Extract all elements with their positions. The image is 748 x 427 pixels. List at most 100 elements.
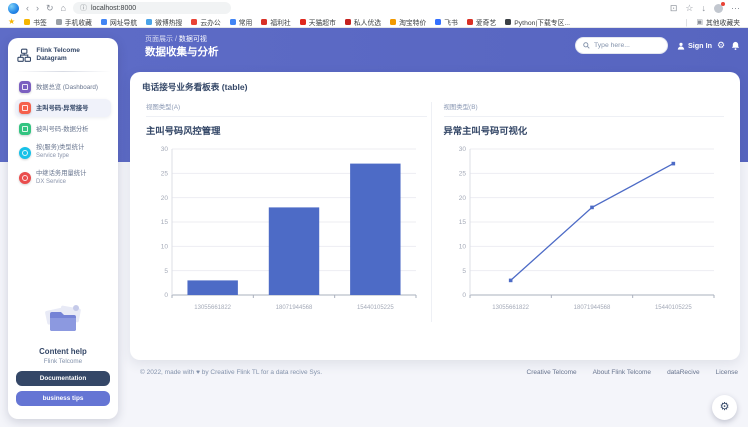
service-type-icon (19, 147, 31, 159)
sidebar: Flink Telcome Datagram 数据总览 (Dashboard) … (8, 38, 118, 419)
svg-text:20: 20 (458, 195, 466, 202)
folder-illustration (40, 300, 86, 338)
address-bar[interactable]: ⓘ localhost:8000 (73, 2, 231, 14)
bookmark-favicon (101, 19, 107, 25)
svg-text:10: 10 (161, 244, 169, 251)
bookmark-label: 私人优选 (354, 17, 381, 27)
sidebar-item-service-type[interactable]: 按(服务)类型统计 Service type (15, 141, 111, 163)
bookmark-item[interactable]: 常用 (230, 17, 253, 27)
line-chart: 0510152025301305566182218071944568154401… (444, 141, 725, 322)
svg-text:25: 25 (458, 171, 466, 178)
business-tips-button[interactable]: business tips (16, 391, 110, 406)
bookmarks-separator: | (685, 18, 687, 27)
bookmark-item[interactable]: 天猫超市 (300, 17, 336, 27)
footer-link[interactable]: License (716, 369, 738, 376)
chart-section-a: 视图类型(A) 主叫号码风控管理 05101520253013055661822… (142, 102, 431, 322)
section-a-label: 视图类型(A) (146, 102, 427, 111)
footer-link[interactable]: About Flink Telcome (593, 369, 651, 376)
browser-profile-avatar[interactable] (714, 4, 723, 13)
browser-toolbar: ‹ › ↻ ⌂ ⓘ localhost:8000 ⊡ ☆ ↓ ⋯ (0, 0, 748, 16)
brand[interactable]: Flink Telcome Datagram (15, 47, 111, 63)
sidebar-item-dx-service[interactable]: 中继话务用量统计 DX Service (15, 167, 111, 189)
sidebar-item-dashboard[interactable]: 数据总览 (Dashboard) (15, 78, 111, 96)
sidebar-item-label: 被叫号码-数据分析 (36, 126, 88, 134)
sidebar-item-label: 主叫号码-异常接号 (36, 105, 88, 113)
refresh-icon[interactable]: ↻ (46, 4, 54, 13)
sitemap-logo-icon (17, 48, 31, 63)
bookmarks-bar: ★ 书签 手机收藏 网址导航 (0, 16, 748, 28)
search-box[interactable] (575, 37, 668, 54)
brand-title: Flink Telcome Datagram (36, 47, 109, 63)
bookmark-favicon (300, 19, 306, 25)
home-icon[interactable]: ⌂ (61, 4, 66, 13)
svg-text:13055661822: 13055661822 (492, 305, 529, 311)
search-input[interactable] (594, 42, 658, 49)
sidebar-item-callee-analysis[interactable]: 被叫号码-数据分析 (15, 120, 111, 138)
sidebar-item-sublabel: Service type (36, 153, 69, 159)
settings-gear-icon[interactable]: ⚙ (717, 40, 725, 51)
svg-text:30: 30 (161, 146, 169, 153)
bookmark-label: 微博热搜 (155, 17, 182, 27)
site-info-icon[interactable]: ⓘ (80, 3, 87, 13)
sidebar-item-caller-abnormal[interactable]: 主叫号码-异常接号 (15, 99, 111, 117)
back-icon[interactable]: ‹ (26, 4, 29, 13)
sidebar-item-label: 中继话务用量统计 DX Service (36, 170, 86, 186)
help-subtitle: Flink Telcome (16, 358, 110, 365)
bookmark-label: 天猫超市 (309, 17, 336, 27)
sign-in-button[interactable]: Sign In (677, 41, 712, 50)
bookmark-item[interactable]: 云办公 (191, 17, 220, 27)
bookmark-item[interactable]: 福利社 (261, 17, 290, 27)
forward-icon[interactable]: › (36, 4, 39, 13)
chart-section-b: 视图类型(B) 异常主叫号码可视化 0510152025301305566182… (431, 102, 729, 322)
help-title: Content help (16, 347, 110, 356)
caller-abnormal-icon (19, 102, 31, 114)
bar-chart-title: 主叫号码风控管理 (146, 123, 427, 137)
other-bookmarks-button[interactable]: ▣ 其他收藏夹 (696, 17, 740, 27)
documentation-button[interactable]: Documentation (16, 371, 110, 386)
bookmark-item[interactable]: 网址导航 (101, 17, 137, 27)
report-card: 电话接号业务看板表 (table) 视图类型(A) 主叫号码风控管理 05101… (130, 72, 740, 360)
footer-link[interactable]: Creative Telcome (527, 369, 577, 376)
breadcrumb-current: 数据可视 (179, 36, 207, 43)
svg-text:0: 0 (462, 292, 466, 299)
callee-analysis-icon (19, 123, 31, 135)
gear-icon: ⚙ (720, 402, 730, 413)
bookmark-item[interactable]: 私人优选 (345, 17, 381, 27)
footer-link[interactable]: dataRecive (667, 369, 700, 376)
bookmark-item[interactable]: 书签 (24, 17, 47, 27)
reading-mode-icon[interactable]: ⊡ (670, 4, 678, 13)
bookmark-favicon (230, 19, 236, 25)
settings-fab-button[interactable]: ⚙ (712, 395, 737, 420)
bookmark-item[interactable]: 淘宝特价 (390, 17, 426, 27)
svg-text:0: 0 (164, 292, 168, 299)
bookmarks-star-icon[interactable]: ★ (8, 18, 15, 26)
bookmark-favicon (390, 19, 396, 25)
footer: © 2022, made with ♥ by Creative Flink TL… (140, 369, 738, 376)
bookmark-label: 书签 (33, 17, 47, 27)
svg-text:13055661822: 13055661822 (194, 305, 231, 311)
svg-text:30: 30 (458, 146, 466, 153)
section-b-label: 视图类型(B) (444, 102, 725, 111)
notifications-bell-icon[interactable] (731, 41, 740, 50)
sidebar-item-label: 按(服务)类型统计 Service type (36, 144, 84, 160)
bookmark-label: 手机收藏 (65, 17, 92, 27)
sign-in-label: Sign In (688, 41, 712, 50)
bookmark-item[interactable]: 飞书 (435, 17, 458, 27)
svg-text:15440105225: 15440105225 (357, 305, 394, 311)
footer-links: Creative Telcome About Flink Telcome dat… (527, 369, 738, 376)
bookmark-item[interactable]: 手机收藏 (56, 17, 92, 27)
bookmark-item[interactable]: 微博热搜 (146, 17, 182, 27)
bookmark-item[interactable]: Python|下载专区... (505, 17, 570, 27)
bookmark-item[interactable]: 爱奇艺 (467, 17, 496, 27)
breadcrumb-root[interactable]: 页面展示 (145, 36, 173, 43)
bookmark-favicon (24, 19, 30, 25)
bookmark-label: 福利社 (270, 17, 290, 27)
bookmark-this-icon[interactable]: ☆ (685, 4, 693, 13)
bookmark-label: 常用 (239, 17, 253, 27)
bookmark-label: 淘宝特价 (399, 17, 426, 27)
svg-text:18071944568: 18071944568 (276, 305, 313, 311)
downloads-icon[interactable]: ↓ (702, 4, 707, 13)
line-chart-title: 异常主叫号码可视化 (444, 123, 725, 137)
browser-menu-icon[interactable]: ⋯ (731, 4, 740, 13)
bookmark-favicon (56, 19, 62, 25)
